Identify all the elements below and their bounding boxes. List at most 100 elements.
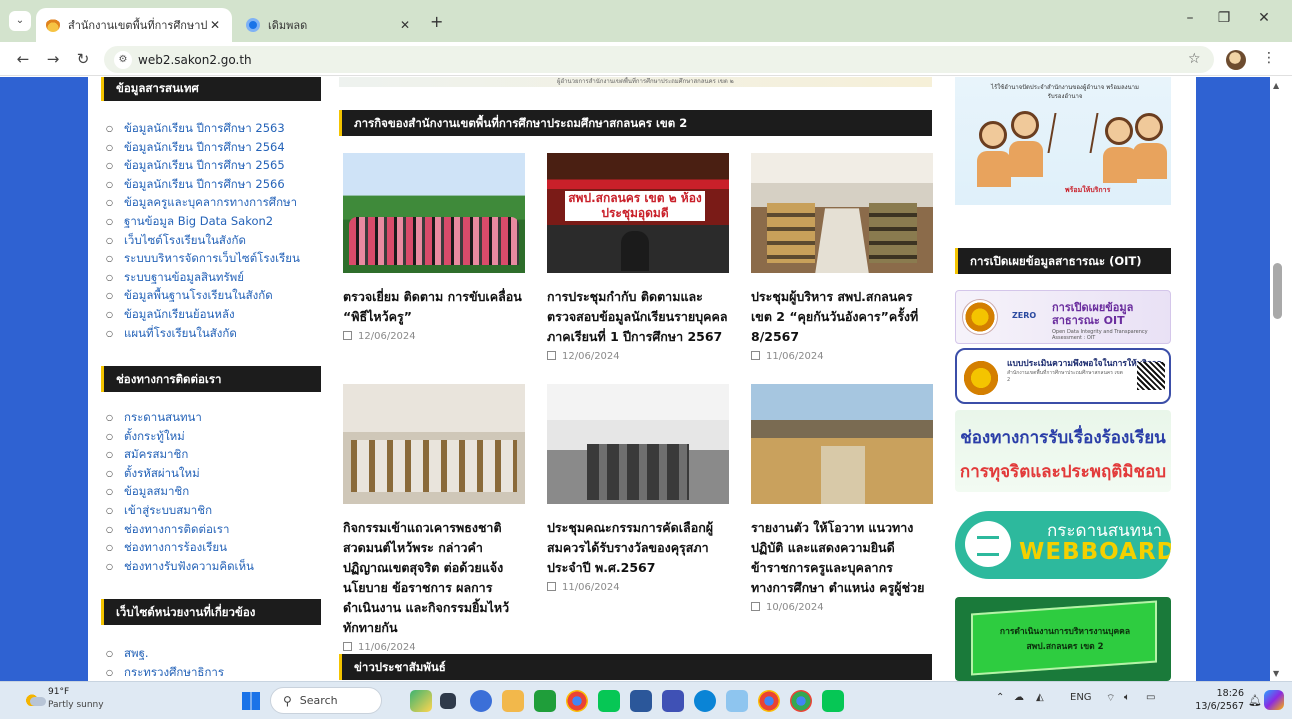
info-link[interactable]: ข้อมูลนักเรียน ปีการศึกษา 2565 [106, 156, 300, 175]
site-info-icon[interactable]: ⚙ [114, 50, 132, 69]
new-tab-button[interactable]: + [430, 12, 443, 31]
info-link[interactable]: ข้อมูลนักเรียน ปีการศึกษา 2564 [106, 138, 300, 157]
info-link[interactable]: ข้อมูลนักเรียน ปีการศึกษา 2563 [106, 119, 300, 138]
info-link[interactable]: ข้อมูลพื้นฐานโรงเรียนในสังกัด [106, 286, 300, 305]
scrollbar-thumb[interactable] [1273, 263, 1282, 319]
profile-avatar[interactable] [1226, 50, 1246, 70]
post-thumbnail[interactable]: สพป.สกลนคร เขต ๒ ห้องประชุมอุดมดี [547, 153, 729, 273]
tray-overflow-icon[interactable]: ⌃ [996, 692, 1004, 703]
survey-banner[interactable]: แบบประเมินความพึงพอใจในการให้บริการ สำนั… [955, 348, 1171, 404]
post-card[interactable]: ประชุมผู้บริหาร สพป.สกลนคร เขต 2 “คุยกัน… [751, 153, 933, 362]
chrome-app-icon[interactable] [566, 690, 588, 712]
post-headline[interactable]: ประชุมคณะกรรมการคัดเลือกผู้สมควรได้รับรา… [547, 518, 729, 578]
post-headline[interactable]: การประชุมกำกับ ติดตามและตรวจสอบข้อมูลนัก… [547, 287, 729, 347]
input-language[interactable]: ENG [1070, 692, 1092, 703]
post-thumbnail[interactable] [343, 384, 525, 504]
photos-app-icon[interactable] [726, 690, 748, 712]
post-thumbnail[interactable] [751, 384, 933, 504]
hr-banner[interactable]: การดำเนินงานการบริหารงานบุคคล สพป.สกลนคร… [955, 597, 1171, 681]
battery-icon[interactable]: ▭ [1146, 692, 1155, 703]
complaint-banner[interactable]: ช่องทางการรับเรื่องร้องเรียน การทุจริตแล… [955, 410, 1171, 492]
post-card[interactable]: สพป.สกลนคร เขต ๒ ห้องประชุมอุดมดี การประ… [547, 153, 729, 362]
page-scrollbar[interactable]: ▲ ▼ [1270, 77, 1292, 681]
webboard-banner[interactable]: กระดานสนทนา WEBBOARD [955, 511, 1171, 579]
weather-temp[interactable]: 91°F [48, 687, 69, 697]
widgets-app-icon[interactable] [410, 690, 432, 712]
contact-link[interactable]: เข้าสู่ระบบสมาชิก [106, 501, 254, 520]
related-link[interactable]: สพฐ. [106, 644, 224, 663]
contact-link[interactable]: สมัครสมาชิก [106, 445, 254, 464]
contact-link[interactable]: ช่องทางการร้องเรียน [106, 538, 254, 557]
tab-close-icon[interactable]: ✕ [398, 18, 412, 32]
related-link[interactable]: กระทรวงศึกษาธิการ [106, 663, 224, 681]
weather-desc[interactable]: Partly sunny [48, 700, 104, 710]
back-arrow-icon[interactable]: ← [14, 50, 32, 68]
notification-bell-icon[interactable]: 🔔︎ [1248, 694, 1262, 707]
xbox-app-icon[interactable] [534, 690, 556, 712]
google-drive-icon[interactable]: ◭ [1036, 692, 1044, 703]
post-thumbnail[interactable] [343, 153, 525, 273]
line-app-icon[interactable] [822, 690, 844, 712]
post-thumbnail[interactable] [751, 153, 933, 273]
forward-arrow-icon[interactable]: → [44, 50, 62, 68]
address-bar[interactable]: ⚙ web2.sakon2.go.th [104, 46, 1214, 73]
contact-link[interactable]: ข้อมูลสมาชิก [106, 482, 254, 501]
task-view-icon[interactable] [440, 693, 456, 709]
scroll-up-icon[interactable]: ▲ [1273, 81, 1279, 90]
edge-app-icon[interactable] [694, 690, 716, 712]
contact-link[interactable]: ช่องทางการติดต่อเรา [106, 520, 254, 539]
taskbar-search[interactable]: ⚲ Search [270, 687, 382, 714]
post-headline[interactable]: รายงานตัว ให้โอวาท แนวทางปฏิบัติ และแสดง… [751, 518, 933, 598]
copilot-icon[interactable] [1264, 690, 1284, 710]
close-window-button[interactable]: ✕ [1254, 10, 1274, 26]
store-app-icon[interactable] [662, 690, 684, 712]
contact-link[interactable]: ตั้งกระทู้ใหม่ [106, 427, 254, 446]
info-link[interactable]: เว็บไซต์โรงเรียนในสังกัด [106, 231, 300, 250]
tab-search-button[interactable]: ⌄ [9, 11, 31, 31]
scroll-down-icon[interactable]: ▼ [1273, 669, 1279, 678]
post-headline[interactable]: ประชุมผู้บริหาร สพป.สกลนคร เขต 2 “คุยกัน… [751, 287, 933, 347]
contact-link[interactable]: กระดานสนทนา [106, 408, 254, 427]
reload-icon[interactable]: ↻ [74, 50, 92, 68]
post-card[interactable]: ตรวจเยี่ยม ติดตาม การขับเคลื่อน “พิธีไหว… [343, 153, 525, 342]
line-app-icon[interactable] [598, 690, 620, 712]
post-card[interactable]: กิจกรรมเข้าแถวเคารพธงชาติ สวดมนต์ไหว้พระ… [343, 384, 525, 653]
info-link[interactable]: ระบบฐานข้อมูลสินทรัพย์ [106, 268, 300, 287]
onedrive-icon[interactable]: ☁ [1014, 692, 1024, 703]
info-link[interactable]: ระบบบริหารจัดการเว็บไซต์โรงเรียน [106, 249, 300, 268]
url-text[interactable]: web2.sakon2.go.th [138, 53, 252, 67]
info-link[interactable]: แผนที่โรงเรียนในสังกัด [106, 324, 300, 343]
file-explorer-icon[interactable] [502, 690, 524, 712]
windows-start-icon[interactable] [242, 692, 260, 710]
post-thumbnail[interactable] [547, 384, 729, 504]
info-link[interactable]: ข้อมูลครูและบุคลากรทางการศึกษา [106, 193, 300, 212]
wifi-icon[interactable]: ⌔ [1106, 692, 1115, 705]
word-app-icon[interactable] [630, 690, 652, 712]
volume-icon[interactable]: 🔈︎ [1124, 692, 1130, 703]
service-banner[interactable]: ไร้ใช้อำนาจปัดประจำสำนักงานของผู้อำนาจ พ… [955, 77, 1171, 205]
chrome-profile2-app-icon[interactable] [790, 690, 812, 712]
post-card[interactable]: ประชุมคณะกรรมการคัดเลือกผู้สมควรได้รับรา… [547, 384, 729, 593]
bookmark-star-icon[interactable]: ☆ [1188, 51, 1201, 67]
tab-active[interactable]: สำนักงานเขตพื้นที่การศึกษาประถมศึ ✕ [36, 8, 232, 42]
browser-menu-icon[interactable]: ⋮ [1262, 50, 1276, 66]
minimize-button[interactable]: – [1180, 10, 1200, 26]
chat-app-icon[interactable] [470, 690, 492, 712]
post-headline[interactable]: ตรวจเยี่ยม ติดตาม การขับเคลื่อน “พิธีไหว… [343, 287, 525, 327]
weather-icon[interactable] [24, 692, 46, 706]
tab-close-icon[interactable]: ✕ [208, 18, 222, 32]
post-card[interactable]: รายงานตัว ให้โอวาท แนวทางปฏิบัติ และแสดง… [751, 384, 933, 613]
info-link[interactable]: ข้อมูลนักเรียนย้อนหลัง [106, 305, 300, 324]
post-headline[interactable]: กิจกรรมเข้าแถวเคารพธงชาติ สวดมนต์ไหว้พระ… [343, 518, 525, 638]
chrome-profile-app-icon[interactable] [758, 690, 780, 712]
service-banner-tag: พร้อมให้บริการ [1065, 186, 1111, 194]
oit-banner[interactable]: ZERO การเปิดเผยข้อมูล สาธารณะ OIT Open Da… [955, 290, 1171, 344]
tab-title: เดิมพลด [268, 19, 308, 32]
system-clock[interactable]: 18:26 13/6/2567 [1192, 687, 1244, 713]
restore-button[interactable]: ❐ [1214, 10, 1234, 26]
info-link[interactable]: ฐานข้อมูล Big Data Sakon2 [106, 212, 300, 231]
info-link[interactable]: ข้อมูลนักเรียน ปีการศึกษา 2566 [106, 175, 300, 194]
tab-inactive[interactable]: เดิมพลด ✕ [236, 8, 422, 42]
contact-link[interactable]: ช่องทางรับฟังความคิดเห็น [106, 557, 254, 576]
contact-link[interactable]: ตั้งรหัสผ่านใหม่ [106, 464, 254, 483]
